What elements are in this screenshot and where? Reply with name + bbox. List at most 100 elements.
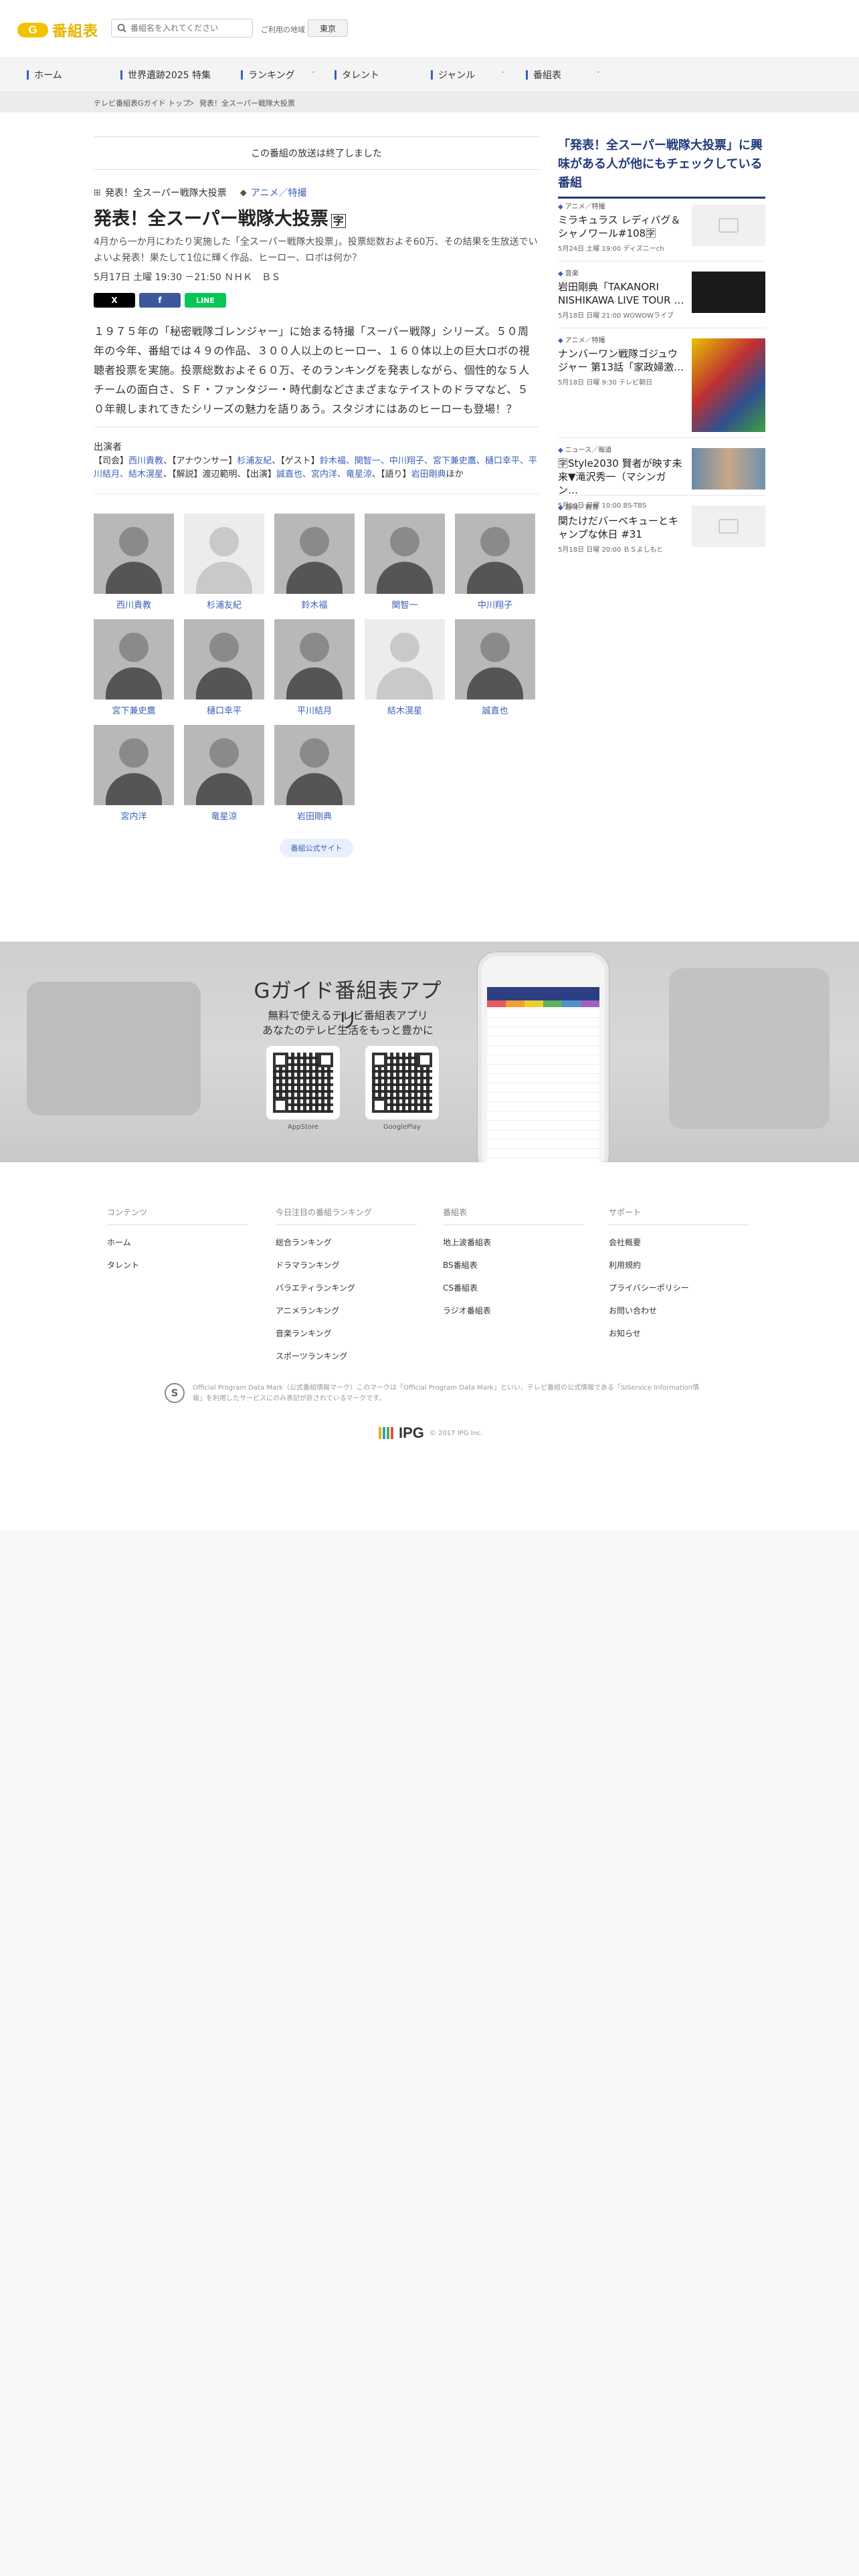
cast-name[interactable]: 樋口幸平 [184, 704, 264, 716]
sidebar-thumbnail[interactable] [692, 272, 765, 313]
footer-link[interactable]: 総合ランキング [276, 1237, 416, 1248]
footer-link[interactable]: 地上波番組表 [443, 1237, 583, 1248]
genre-tag[interactable]: アニメ／特撮 [251, 186, 307, 199]
cast-name[interactable]: 結木滉星 [365, 704, 445, 716]
sidebar-thumbnail[interactable] [692, 205, 765, 246]
cast-photo [184, 725, 264, 805]
nav-home[interactable]: ホーム [27, 58, 62, 92]
avatar-body [467, 667, 523, 700]
cast-card[interactable]: 鈴木福 [274, 514, 355, 611]
footer-link[interactable]: CS番組表 [443, 1282, 583, 1293]
search-input[interactable] [130, 23, 244, 33]
nav-special[interactable]: 世界遺跡2025 特集 [120, 58, 211, 92]
cast-name[interactable]: 宮下兼史鷹 [94, 704, 174, 716]
cast-name[interactable]: 竜星涼 [184, 809, 264, 822]
sidebar-program-name[interactable]: ナンバーワン戦隊ゴジュウジャー 第13話「家政婦激… [558, 347, 685, 374]
cast-role: 、【語り】 [372, 469, 411, 479]
footer-link[interactable]: お問い合わせ [609, 1305, 749, 1316]
nav-label: ランキング [248, 70, 295, 81]
cast-card[interactable]: 宮内洋 [94, 725, 174, 822]
cast-name[interactable]: 岩田剛典 [274, 809, 355, 822]
tag-icon: ◆ [558, 447, 563, 454]
sidebar-program-name[interactable]: 関たけだバーベキューとキャンプな休日 #31 [558, 514, 685, 541]
share-line-button[interactable]: LINE [185, 293, 226, 308]
nav-genre[interactable]: ジャンル ⌄ [431, 58, 511, 92]
sidebar-thumbnail[interactable] [692, 448, 765, 490]
sidebar-program-date: 5月18日 日曜 20:00 ＢＳよしもと [558, 546, 664, 554]
cast-card[interactable]: 誠直也 [455, 619, 535, 716]
series-tag[interactable]: 発表！全スーパー戦隊大投票 [105, 186, 227, 199]
tag-icon: ◆ [558, 203, 563, 211]
sidebar-program-item[interactable]: ◆ 音楽 岩田剛典「TAKANORI NISHIKAWA LIVE TOUR … 5月… [558, 267, 765, 320]
cast-card[interactable]: 杉浦友紀 [184, 514, 264, 611]
sidebar-thumbnail[interactable] [692, 506, 765, 547]
cast-card[interactable]: 西川貴教 [94, 514, 174, 611]
share-facebook-button[interactable]: f [139, 293, 181, 308]
footer-link[interactable]: ドラマランキング [276, 1259, 416, 1271]
footer-link[interactable]: 会社概要 [609, 1237, 749, 1248]
breadcrumb-home-link[interactable]: テレビ番組表Gガイド トップ [94, 98, 190, 108]
footer-link[interactable]: ホーム [107, 1237, 248, 1248]
footer-link[interactable]: バラエティランキング [276, 1282, 416, 1293]
cast-card[interactable]: 平川結月 [274, 619, 355, 716]
cast-card[interactable]: 関智一 [365, 514, 445, 611]
avatar-head [480, 527, 510, 556]
sidebar-program-item[interactable]: ◆ アニメ／特撮 ナンバーワン戦隊ゴジュウジャー 第13話「家政婦激… 5月18日 日… [558, 334, 765, 432]
footer-link[interactable]: お知らせ [609, 1327, 749, 1339]
cast-photo [274, 514, 355, 594]
avatar-body [196, 667, 252, 700]
cast-link[interactable]: 誠直也、宮内洋、竜星涼 [276, 469, 372, 479]
cast-photo [274, 619, 355, 700]
nav-talent[interactable]: タレント [335, 58, 379, 92]
cast-card[interactable]: 岩田剛典 [274, 725, 355, 822]
cast-card[interactable]: 結木滉星 [365, 619, 445, 716]
sidebar-program-name[interactable]: 🈑Style2030 賢者が映す未来▼滝沢秀一（マシンガン… [558, 457, 685, 497]
cast-name[interactable]: 平川結月 [274, 704, 355, 716]
cast-card[interactable]: 樋口幸平 [184, 619, 264, 716]
footer-link[interactable]: ラジオ番組表 [443, 1305, 583, 1316]
footer-link[interactable]: 音楽ランキング [276, 1327, 416, 1339]
sidebar-program-item[interactable]: ◆ アニメ／特撮 ミラキュラス レディバグ＆シャノワール#108🈑 5月24日 土曜 … [558, 201, 765, 253]
cast-name[interactable]: 杉浦友紀 [184, 598, 264, 611]
cast-name[interactable]: 宮内洋 [94, 809, 174, 822]
footer-link[interactable]: BS番組表 [443, 1259, 583, 1271]
cast-link[interactable]: 西川貴教 [128, 456, 163, 466]
divider [558, 495, 765, 496]
nav-ranking[interactable]: ランキング ⌄ [241, 58, 321, 92]
cast-name[interactable]: 鈴木福 [274, 598, 355, 611]
tag-icon: ◆ [240, 187, 247, 198]
cast-name[interactable]: 西川貴教 [94, 598, 174, 611]
footer-link[interactable]: アニメランキング [276, 1305, 416, 1316]
footer-link[interactable]: 利用規約 [609, 1259, 749, 1271]
footer-link[interactable]: プライバシーポリシー [609, 1282, 749, 1293]
cast-link[interactable]: 岩田剛典 [411, 469, 446, 479]
cast-name[interactable]: 中川翔子 [455, 598, 535, 611]
sidebar-program-name[interactable]: 岩田剛典「TAKANORI NISHIKAWA LIVE TOUR … [558, 280, 685, 307]
cast-name[interactable]: 関智一 [365, 598, 445, 611]
avatar-head [209, 633, 239, 662]
footer-link[interactable]: タレント [107, 1259, 248, 1271]
cast-card[interactable]: 中川翔子 [455, 514, 535, 611]
googleplay-qr-code[interactable] [365, 1046, 439, 1119]
search-box[interactable] [111, 19, 253, 37]
site-logo[interactable]: G 番組表 [17, 19, 98, 41]
cast-name[interactable]: 誠直也 [455, 704, 535, 716]
nav-label: ホーム [34, 70, 62, 81]
official-site-button[interactable]: 番組公式サイト [280, 839, 353, 857]
breadcrumb: テレビ番組表Gガイド トップ ＞ 発表！全スーパー戦隊大投票 [0, 92, 859, 112]
sidebar-program-item[interactable]: ◆ ニュース／報道 🈑Style2030 賢者が映す未来▼滝沢秀一（マシンガン… 5月… [558, 444, 765, 510]
cast-photo [455, 514, 535, 594]
sidebar-program-name[interactable]: ミラキュラス レディバグ＆シャノワール#108🈑 [558, 213, 685, 240]
cast-card[interactable]: 宮下兼史鷹 [94, 619, 174, 716]
region-select-button[interactable]: 東京 [308, 19, 348, 37]
share-x-button[interactable]: X [94, 293, 135, 308]
search-icon [117, 23, 126, 33]
sidebar-program-item[interactable]: ◆ 趣味／教育 関たけだバーベキューとキャンプな休日 #31 5月18日 日曜 20:… [558, 502, 765, 554]
sidebar-thumbnail[interactable] [692, 338, 765, 432]
footer-column: サポート 会社概要 利用規約 プライバシーポリシー お問い合わせ お知らせ [609, 1206, 749, 1339]
appstore-qr-code[interactable] [266, 1046, 340, 1119]
nav-tvguide[interactable]: 番組表 ⌄ [526, 58, 606, 92]
footer-link[interactable]: スポーツランキング [276, 1350, 416, 1362]
cast-card[interactable]: 竜星涼 [184, 725, 264, 822]
cast-link[interactable]: 杉浦友紀 [237, 456, 272, 466]
